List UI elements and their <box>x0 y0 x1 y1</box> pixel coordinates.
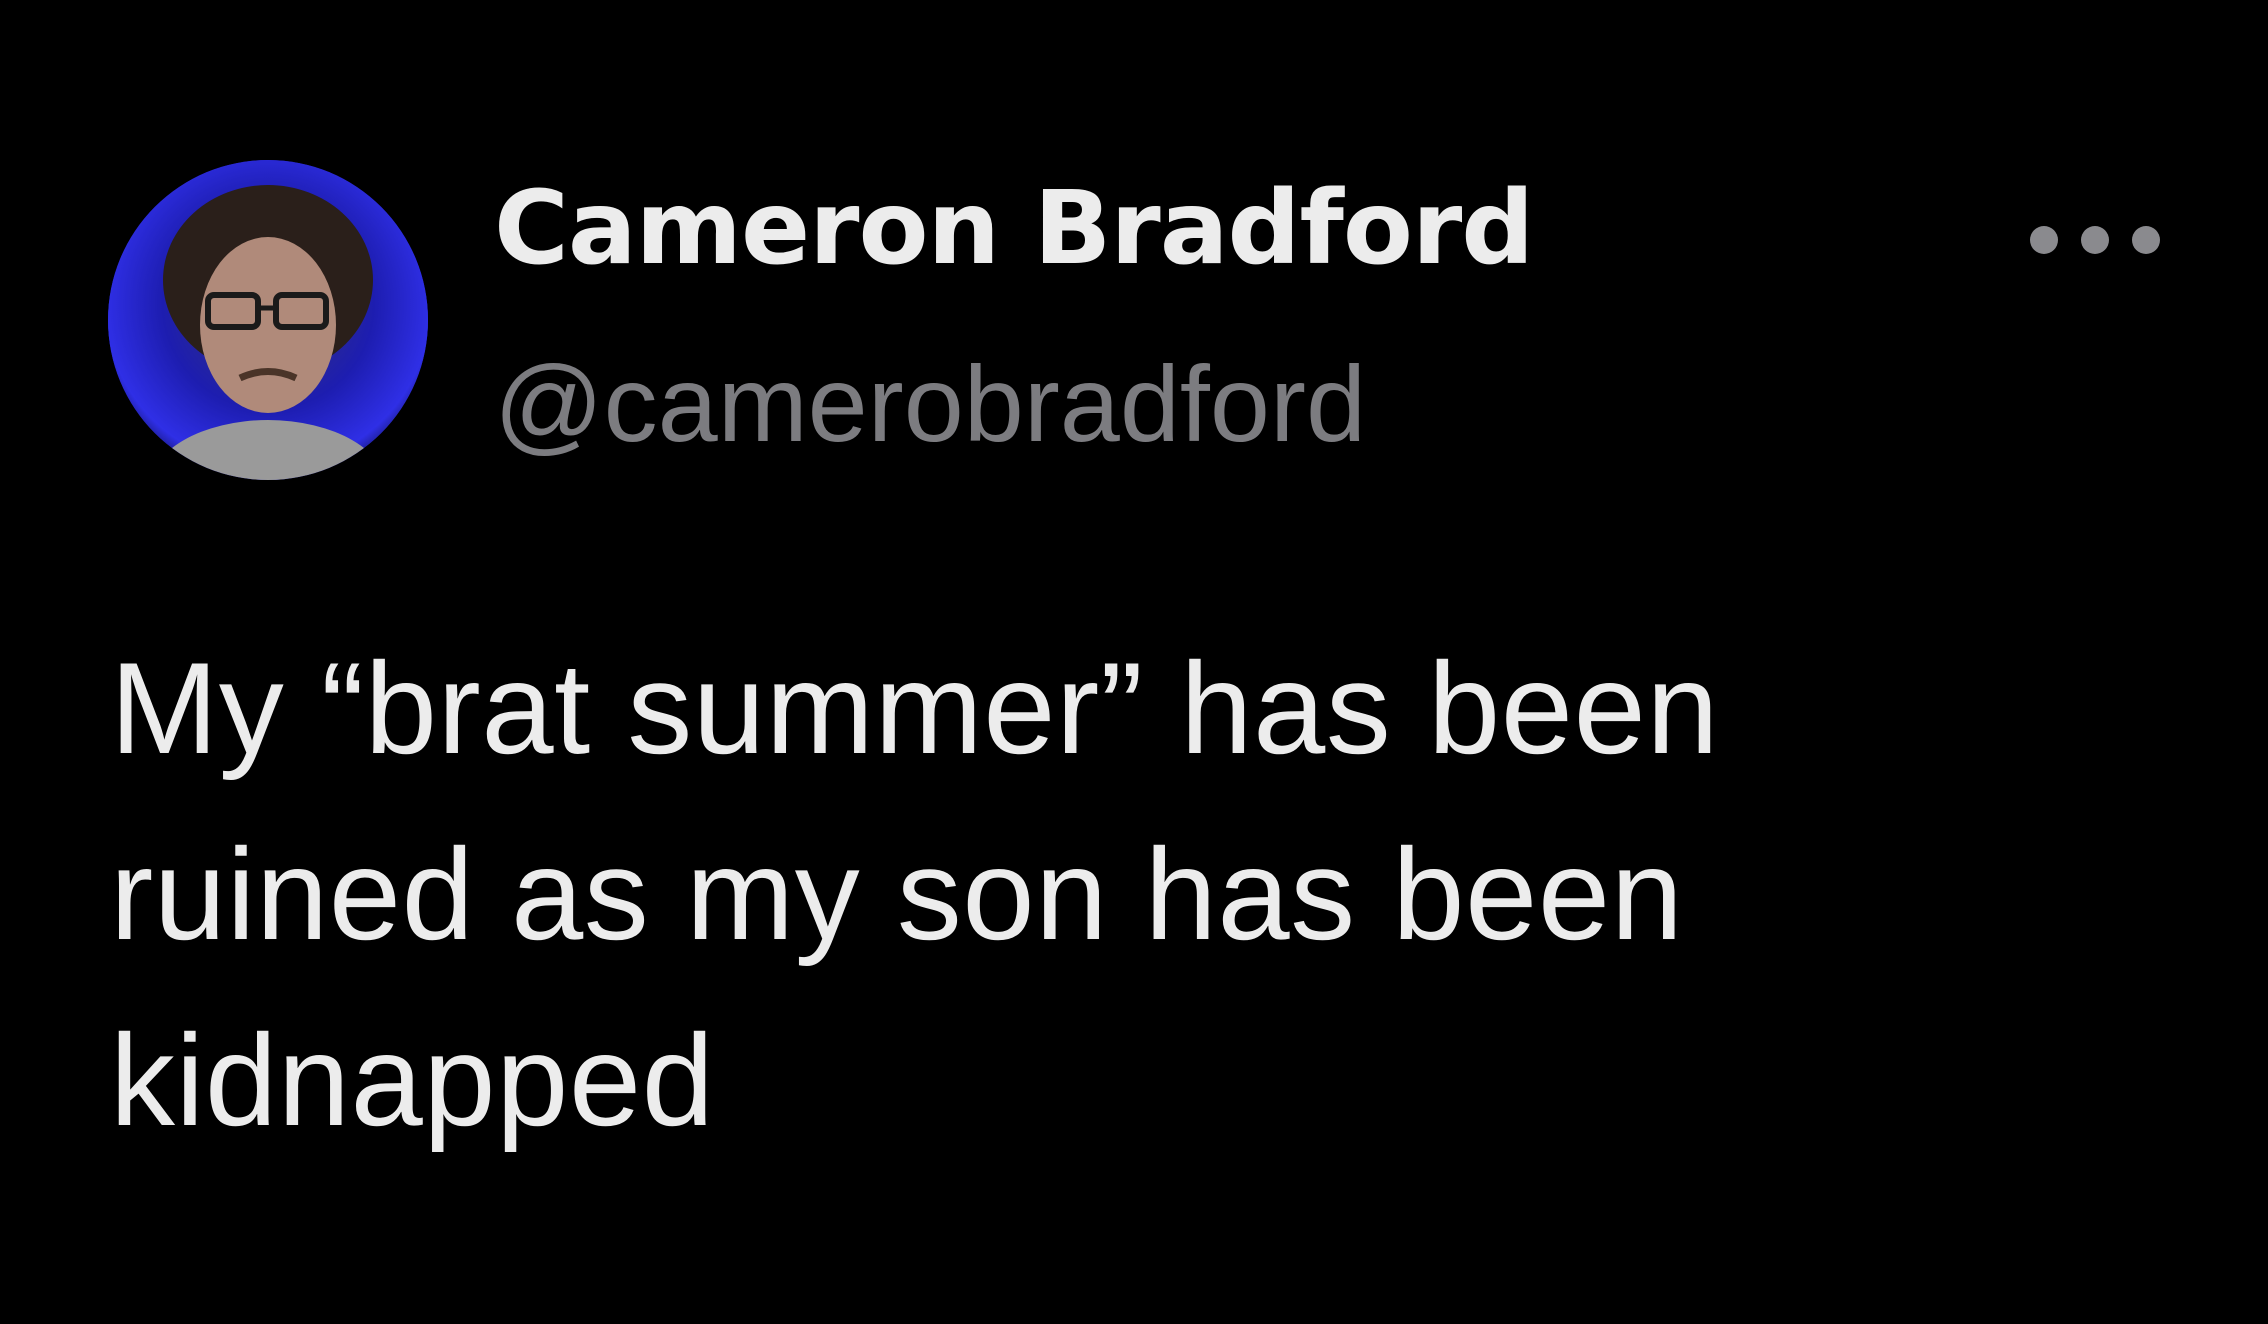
more-horizontal-icon-dot <box>2081 226 2109 254</box>
avatar[interactable] <box>108 160 428 480</box>
more-horizontal-icon-dot <box>2132 226 2160 254</box>
more-horizontal-icon <box>2030 226 2058 254</box>
author-display-name[interactable]: Cameron Bradford <box>494 178 1534 280</box>
avatar-photo-icon <box>108 160 428 480</box>
tweet-text: My “brat summer” has been ruined as my s… <box>110 635 1720 1153</box>
more-options-button[interactable] <box>2030 210 2160 270</box>
author-handle[interactable]: @camerobradford <box>494 350 1366 458</box>
tweet-card: Cameron Bradford @camerobradford My “bra… <box>0 0 2268 1324</box>
